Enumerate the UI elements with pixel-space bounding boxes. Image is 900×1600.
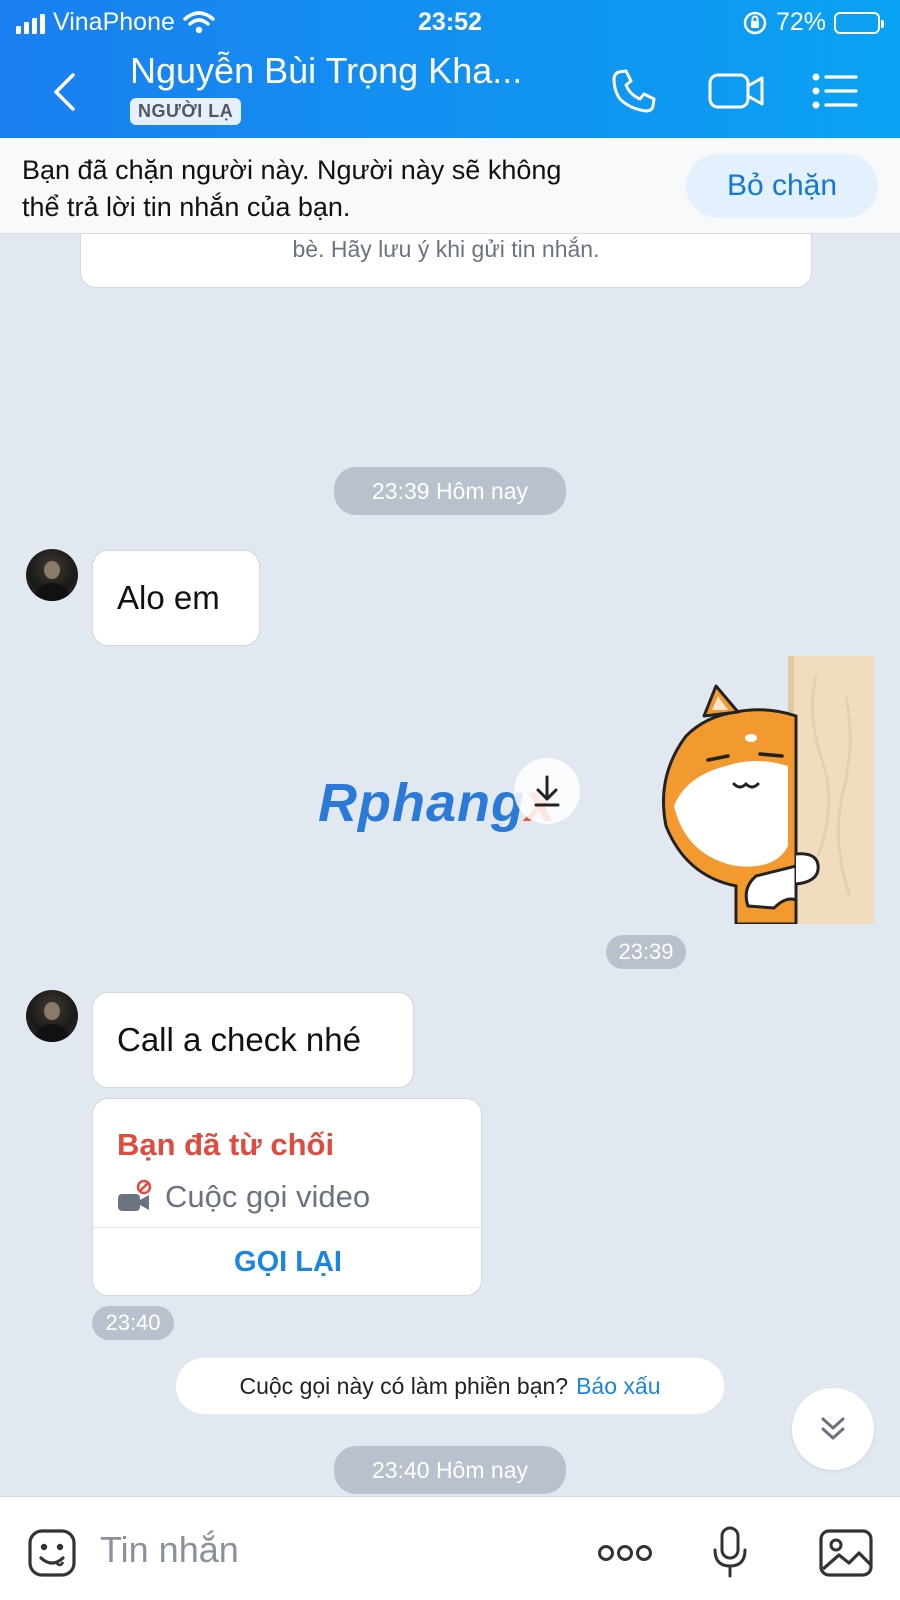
double-chevron-down-icon bbox=[821, 1417, 845, 1440]
message-text: Alo em bbox=[117, 579, 220, 616]
report-prompt: Cuộc gọi này có làm phiền bạn? Báo xấu bbox=[176, 1358, 724, 1414]
image-icon bbox=[819, 1529, 873, 1577]
more-icon bbox=[598, 1545, 652, 1561]
more-button[interactable] bbox=[596, 1525, 654, 1581]
contact-name[interactable]: Nguyễn Bùi Trọng Kha... bbox=[130, 50, 522, 92]
message-text: Call a check nhé bbox=[117, 1021, 361, 1058]
avatar[interactable] bbox=[26, 549, 78, 601]
call-type: Cuộc gọi video bbox=[165, 1179, 371, 1214]
message-time: 23:40 bbox=[92, 1306, 174, 1340]
stranger-badge: NGƯỜI LẠ bbox=[130, 98, 242, 125]
missed-call-card: Bạn đã từ chối Cuộc gọi video GỌI LẠI bbox=[92, 1098, 482, 1296]
signal-icon bbox=[16, 12, 45, 34]
menu-button[interactable] bbox=[810, 64, 860, 118]
stranger-notice-text: bè. Hãy lưu ý khi gửi tin nhắn. bbox=[292, 236, 600, 262]
report-link[interactable]: Báo xấu bbox=[576, 1373, 660, 1400]
video-camera-icon bbox=[708, 73, 764, 109]
wifi-icon bbox=[183, 10, 215, 33]
carrier-name: VinaPhone bbox=[53, 8, 175, 36]
download-icon bbox=[534, 775, 560, 807]
shiba-dog-sticker bbox=[662, 656, 874, 926]
chat-header: VinaPhone 23:52 72% Nguyễn Bùi Trọng Kha… bbox=[0, 0, 900, 138]
orientation-lock-icon bbox=[743, 11, 767, 34]
status-bar: VinaPhone 23:52 72% bbox=[0, 0, 900, 44]
call-status: Bạn đã từ chối bbox=[117, 1127, 335, 1162]
time-divider: 23:40 Hôm nay bbox=[334, 1446, 566, 1494]
time-divider: 23:39 Hôm nay bbox=[334, 467, 566, 515]
scroll-to-bottom-button[interactable] bbox=[792, 1388, 874, 1470]
back-button[interactable] bbox=[40, 66, 88, 118]
phone-icon bbox=[612, 69, 656, 113]
message-time: 23:39 bbox=[606, 935, 686, 969]
emoji-button[interactable] bbox=[26, 1525, 78, 1581]
report-prompt-text: Cuộc gọi này có làm phiền bạn? bbox=[239, 1372, 569, 1399]
battery-icon bbox=[834, 11, 884, 34]
message-input[interactable] bbox=[100, 1519, 560, 1581]
battery-percent: 72% bbox=[775, 8, 826, 36]
avatar[interactable] bbox=[26, 990, 78, 1042]
image-button[interactable] bbox=[818, 1525, 874, 1581]
sticker-message[interactable] bbox=[656, 656, 874, 926]
voice-message-button[interactable] bbox=[710, 1525, 750, 1581]
chevron-left-icon bbox=[54, 73, 75, 111]
message-composer bbox=[0, 1496, 900, 1600]
unblock-button[interactable]: Bỏ chặn bbox=[686, 154, 878, 218]
blocked-message-line2: thể trả lời tin nhắn của bạn. bbox=[22, 192, 351, 222]
video-call-button[interactable] bbox=[704, 64, 768, 118]
stranger-notice-card: bè. Hãy lưu ý khi gửi tin nhắn. bbox=[80, 234, 812, 288]
emoji-icon bbox=[28, 1529, 76, 1577]
declined-video-call-icon bbox=[118, 1179, 152, 1211]
call-back-button[interactable]: GỌI LẠI bbox=[93, 1228, 481, 1295]
microphone-icon bbox=[713, 1526, 747, 1578]
blocked-banner: Bạn đã chặn người này. Người này sẽ khôn… bbox=[0, 138, 900, 234]
message-bubble-received[interactable]: Alo em bbox=[92, 550, 260, 646]
blocked-message-line1: Bạn đã chặn người này. Người này sẽ khôn… bbox=[22, 155, 562, 185]
voice-call-button[interactable] bbox=[606, 64, 662, 118]
download-button[interactable] bbox=[514, 758, 580, 824]
menu-icon bbox=[812, 73, 858, 109]
blocked-message: Bạn đã chặn người này. Người này sẽ khôn… bbox=[22, 152, 662, 226]
message-bubble-received[interactable]: Call a check nhé bbox=[92, 992, 414, 1088]
